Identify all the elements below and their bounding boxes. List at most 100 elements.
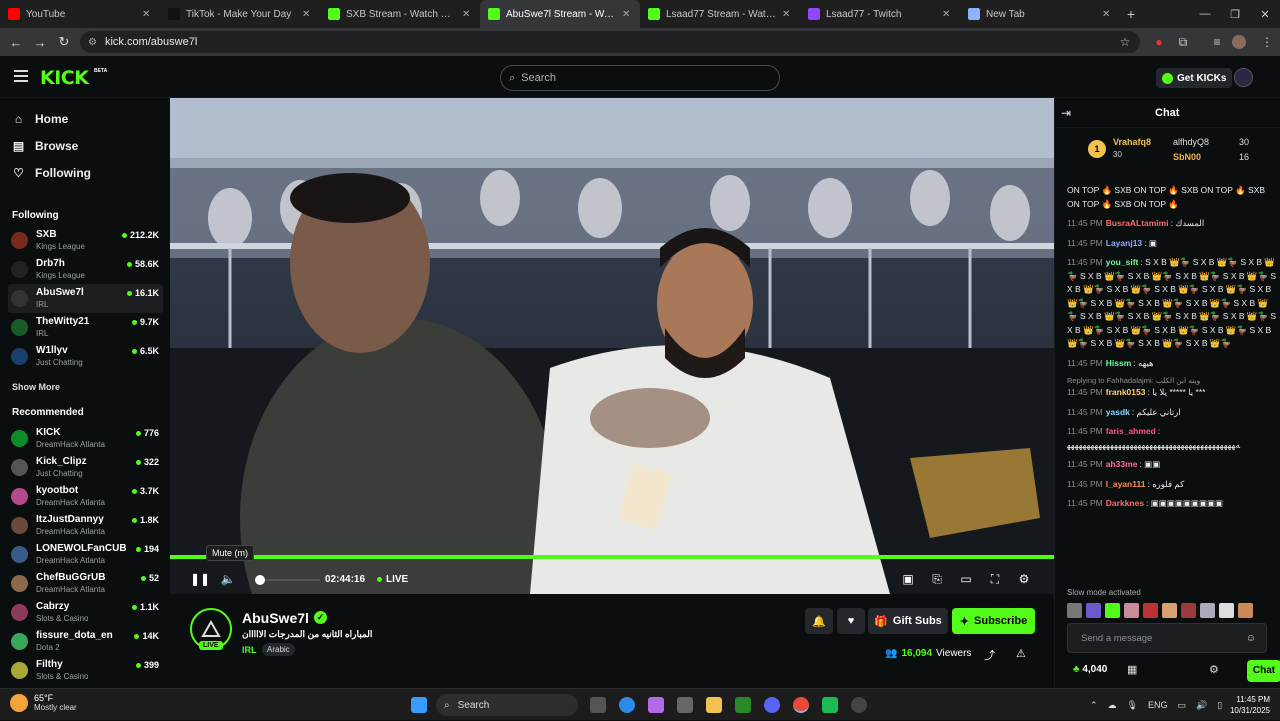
tab-close-icon[interactable]: ✕ xyxy=(622,9,632,20)
message-username[interactable]: Hissm xyxy=(1106,358,1132,368)
message-username[interactable]: Darkknes xyxy=(1106,498,1144,508)
message-username[interactable]: frank0153 xyxy=(1106,387,1146,397)
task-view-icon[interactable] xyxy=(590,697,606,713)
sidebar-channel[interactable]: TheWitty21 IRL 9.7K xyxy=(8,313,163,342)
nav-browse[interactable]: ▤ Browse xyxy=(12,139,79,153)
tab-close-icon[interactable]: ✕ xyxy=(942,9,952,20)
pause-icon[interactable]: ❚❚ xyxy=(190,572,210,586)
language-tag[interactable]: Arabic xyxy=(262,643,295,656)
browser-menu-icon[interactable]: ⋮ xyxy=(1258,33,1276,51)
speaker-icon[interactable]: 🔊 xyxy=(1196,700,1207,711)
extension-badge-icon[interactable]: ● xyxy=(1150,33,1168,51)
emote-icon[interactable] xyxy=(1143,603,1158,618)
settings-gear-icon[interactable]: ⚙ xyxy=(1016,572,1032,586)
clock[interactable]: 11:45 PM 10/31/2025 xyxy=(1222,694,1270,716)
message-username[interactable]: BusraALtamimi xyxy=(1106,218,1169,228)
sidebar-channel[interactable]: AbuSwe7l IRL 16.1K xyxy=(8,284,163,313)
sidebar-channel[interactable]: Kick_Clipz Just Chatting 322 xyxy=(8,453,163,482)
emote-icon[interactable] xyxy=(1067,603,1082,618)
reading-list-icon[interactable]: ≡ xyxy=(1208,33,1226,51)
follow-heart-button[interactable]: ♥ xyxy=(837,608,865,634)
edge-icon[interactable] xyxy=(619,697,635,713)
sidebar-channel[interactable]: Drb7h Kings League 58.6K xyxy=(8,255,163,284)
close-window-icon[interactable]: ✕ xyxy=(1250,0,1280,28)
browser-tab[interactable]: SXB Stream - Watch Live on Kic ✕ xyxy=(320,0,480,28)
sidebar-channel[interactable]: KICK DreamHack Atlanta 776 xyxy=(8,424,163,453)
tab-close-icon[interactable]: ✕ xyxy=(1102,9,1112,20)
microphone-icon[interactable]: 🎙 xyxy=(1127,700,1138,711)
file-explorer-icon[interactable] xyxy=(706,697,722,713)
browser-tab[interactable]: YouTube ✕ xyxy=(0,0,160,28)
emote-icon[interactable] xyxy=(1200,603,1215,618)
browser-tab[interactable]: TikTok - Make Your Day ✕ xyxy=(160,0,320,28)
network-icon[interactable]: ▭ xyxy=(1178,700,1187,711)
category-link[interactable]: IRL xyxy=(242,645,257,655)
sidebar-channel[interactable]: SXB Kings League 212.2K xyxy=(8,226,163,255)
url-input[interactable]: ⚙ kick.com/abuswe7l xyxy=(80,31,1140,53)
kick-logo[interactable]: KICK xyxy=(40,67,89,89)
emote-icon[interactable] xyxy=(1105,603,1120,618)
subscribe-button[interactable]: ✦ Subscribe xyxy=(952,608,1035,634)
progress-bar[interactable] xyxy=(170,555,1054,559)
sidebar-channel[interactable]: LONEWOLFanCUB DreamHack Atlanta 194 xyxy=(8,540,163,569)
xbox-icon[interactable] xyxy=(735,697,751,713)
bookmark-star-icon[interactable]: ☆ xyxy=(1116,33,1134,51)
share-icon[interactable]: ⤴ xyxy=(984,647,995,663)
volume-icon[interactable]: 🔈 xyxy=(220,572,236,586)
back-icon[interactable]: ← xyxy=(4,35,28,50)
emote-icon[interactable] xyxy=(1162,603,1177,618)
notification-bell-button[interactable]: 🔔 xyxy=(805,608,833,634)
cloud-icon[interactable]: ☁ xyxy=(1108,700,1117,711)
shop-icon[interactable]: ▦ xyxy=(1127,663,1137,676)
nav-following[interactable]: ♡ Following xyxy=(12,166,91,180)
leader-2-name[interactable]: alfhdyQ8 xyxy=(1173,137,1209,147)
gift-subs-button[interactable]: 🎁 Gift Subs xyxy=(868,608,948,634)
user-avatar[interactable] xyxy=(1234,68,1253,87)
nav-home[interactable]: ⌂ Home xyxy=(12,112,68,126)
kick-app-icon[interactable] xyxy=(822,697,838,713)
tab-close-icon[interactable]: ✕ xyxy=(142,9,152,20)
browser-tab[interactable]: Lsaad77 - Twitch ✕ xyxy=(800,0,960,28)
sidebar-channel[interactable]: ChefBuGGrUB DreamHack Atlanta 52 xyxy=(8,569,163,598)
emote-icon[interactable] xyxy=(1219,603,1234,618)
emoji-picker-icon[interactable]: ☺ xyxy=(1246,633,1256,644)
emote-icon[interactable] xyxy=(1124,603,1139,618)
profile-avatar[interactable] xyxy=(1232,35,1246,49)
store-icon[interactable] xyxy=(677,697,693,713)
chrome-icon[interactable] xyxy=(793,697,809,713)
message-username[interactable]: yasdk xyxy=(1106,407,1130,417)
reload-icon[interactable]: ↻ xyxy=(52,34,76,50)
get-kicks-button[interactable]: Get KICKs xyxy=(1156,68,1233,88)
start-menu-icon[interactable] xyxy=(411,697,427,713)
clip-icon[interactable]: ⎘ xyxy=(929,572,945,587)
miniplayer-icon[interactable]: ▣ xyxy=(900,572,916,586)
extensions-icon[interactable]: ⧉ xyxy=(1174,33,1192,51)
maximize-icon[interactable]: ❐ xyxy=(1220,0,1250,28)
site-info-icon[interactable]: ⚙ xyxy=(88,37,97,48)
sidebar-channel[interactable]: Cabrzy Slots & Casino 1.1K xyxy=(8,598,163,627)
browser-tab[interactable]: AbuSwe7l Stream - Watch ✕ xyxy=(480,0,640,28)
sidebar-channel[interactable]: fissure_dota_en Dota 2 14K xyxy=(8,627,163,656)
chat-message-input[interactable]: Send a message ☺ xyxy=(1067,623,1267,653)
language-indicator[interactable]: ENG xyxy=(1148,700,1168,710)
chat-settings-icon[interactable]: ⚙ xyxy=(1209,663,1219,676)
sidebar-channel[interactable]: Filthy Slots & Casino 399 xyxy=(8,656,163,685)
show-more-link[interactable]: Show More xyxy=(12,382,60,392)
report-icon[interactable]: ⚠ xyxy=(1016,647,1026,660)
kick-balance[interactable]: ♣ 4,040 xyxy=(1073,664,1107,675)
message-username[interactable]: ah33me xyxy=(1106,459,1138,469)
send-chat-button[interactable]: Chat xyxy=(1247,660,1280,682)
browser-tab[interactable]: Lsaad77 Stream - Watch Live o ✕ xyxy=(640,0,800,28)
volume-knob[interactable] xyxy=(255,575,265,585)
tab-close-icon[interactable]: ✕ xyxy=(462,9,472,20)
collapse-chat-icon[interactable]: ⇥ xyxy=(1061,106,1071,120)
emote-icon[interactable] xyxy=(1181,603,1196,618)
browser-tab[interactable]: New Tab ✕ xyxy=(960,0,1120,28)
sidebar-channel[interactable]: kyootbot DreamHack Atlanta 3.7K xyxy=(8,482,163,511)
channel-name[interactable]: AbuSwe7l xyxy=(242,610,309,626)
message-username[interactable]: l_ayan111 xyxy=(1106,479,1146,489)
tray-chevron-icon[interactable]: ⌃ xyxy=(1090,700,1098,711)
forward-icon[interactable]: → xyxy=(28,35,52,50)
live-indicator[interactable]: LIVE xyxy=(377,574,408,585)
video-player[interactable]: Mute (m) ❚❚ 🔈 02:44:16 LIVE ▣ ⎘ ▭ ⛶ ⚙ xyxy=(170,98,1054,594)
